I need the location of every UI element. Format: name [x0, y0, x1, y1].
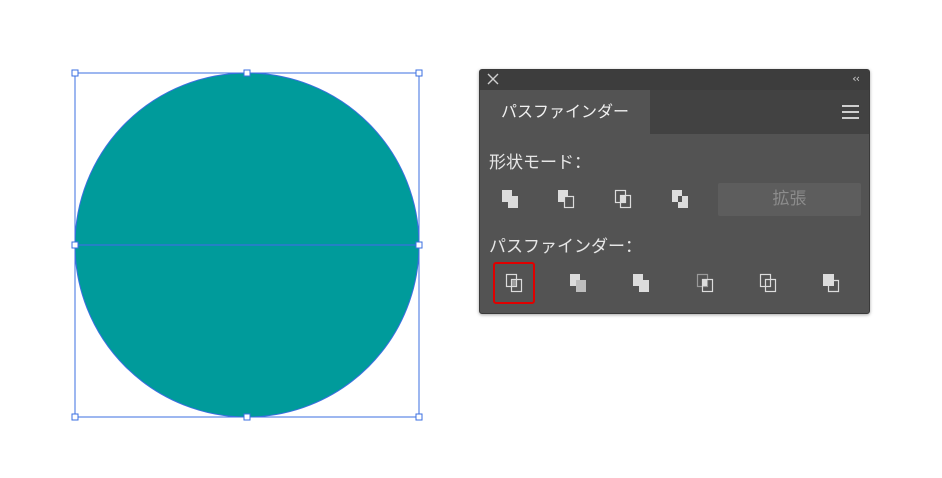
outline-icon — [759, 273, 777, 293]
divide-button[interactable] — [494, 263, 534, 303]
merge-icon — [633, 274, 649, 292]
minus-back-icon — [823, 274, 840, 293]
exclude-icon — [672, 190, 688, 208]
pathfinder-panel: ‹‹ パスファインダー 形状モード： 拡張 パスファインダー： — [479, 69, 870, 314]
intersect-icon — [614, 189, 632, 209]
handle-bottom-center[interactable] — [243, 413, 251, 421]
merge-button[interactable] — [621, 263, 661, 303]
collapse-icon[interactable]: ‹‹ — [852, 72, 860, 85]
panel-titlebar[interactable]: ‹‹ — [480, 70, 869, 90]
tab-pathfinder[interactable]: パスファインダー — [480, 90, 650, 134]
minus-front-button[interactable] — [546, 179, 586, 219]
handle-bottom-left[interactable] — [71, 413, 79, 421]
handle-middle-right[interactable] — [415, 241, 423, 249]
pathfinders-label: パスファインダー： — [489, 237, 642, 257]
trim-icon — [570, 274, 586, 292]
outline-button[interactable] — [748, 263, 788, 303]
trim-button[interactable] — [558, 263, 598, 303]
panel-tab-row: パスファインダー — [480, 90, 869, 134]
unite-button[interactable] — [490, 179, 530, 219]
handle-middle-left[interactable] — [71, 241, 79, 249]
exclude-button[interactable] — [660, 179, 700, 219]
minus-back-button[interactable] — [811, 263, 851, 303]
panel-menu-icon[interactable] — [842, 105, 859, 119]
minus-front-icon — [558, 190, 575, 209]
handle-bottom-right[interactable] — [415, 413, 423, 421]
crop-icon — [696, 273, 714, 293]
intersect-button[interactable] — [603, 179, 643, 219]
unite-icon — [502, 190, 518, 208]
divide-icon — [505, 273, 523, 293]
shape-modes-label: 形状モード： — [489, 153, 591, 173]
handle-top-left[interactable] — [71, 69, 79, 77]
close-icon[interactable] — [487, 73, 499, 85]
handle-top-center[interactable] — [243, 69, 251, 77]
crop-button[interactable] — [685, 263, 725, 303]
expand-button[interactable]: 拡張 — [718, 183, 861, 216]
handle-top-right[interactable] — [415, 69, 423, 77]
